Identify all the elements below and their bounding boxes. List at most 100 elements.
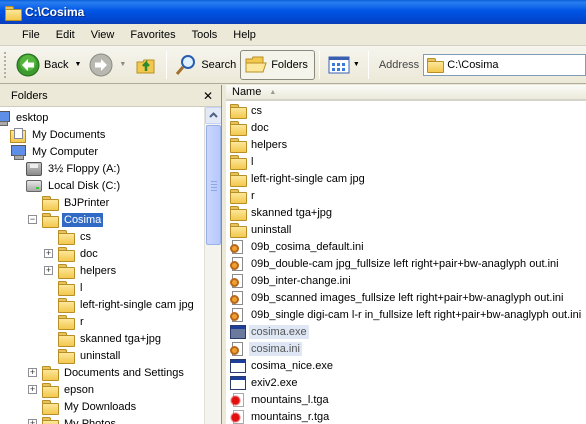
file-list-item[interactable]: doc xyxy=(230,119,271,136)
expand-icon[interactable]: + xyxy=(28,368,37,377)
tree-item-label: My Computer xyxy=(32,145,99,158)
folder-icon xyxy=(42,400,59,415)
menu-edit[interactable]: Edit xyxy=(47,29,82,41)
file-name: exiv2.exe xyxy=(251,376,298,389)
folder-icon xyxy=(42,383,59,398)
menu-bar: File Edit View Favorites Tools Help xyxy=(0,24,586,46)
back-button[interactable]: Back ▼ xyxy=(12,49,85,81)
tree-item-label: My Documents xyxy=(32,128,106,141)
tree-item[interactable]: My Documents xyxy=(10,126,107,143)
file-list-item[interactable]: helpers xyxy=(230,136,289,153)
folder-icon xyxy=(230,138,247,153)
folder-icon xyxy=(58,332,75,347)
tree-item-label: esktop xyxy=(16,111,49,124)
tree-item-label: My Downloads xyxy=(64,400,137,413)
settings-file-icon xyxy=(230,341,246,357)
tree-item[interactable]: cs xyxy=(58,228,93,245)
file-list-item[interactable]: 09b_cosima_default.ini xyxy=(230,238,366,255)
file-list-item[interactable]: left-right-single cam jpg xyxy=(230,170,367,187)
file-list-item[interactable]: cosima.ini xyxy=(230,340,302,357)
tree-item[interactable]: skanned tga+jpg xyxy=(58,330,163,347)
file-list-item[interactable]: 09b_scanned images_fullsize left right+p… xyxy=(230,289,565,306)
tree-item[interactable]: 3½ Floppy (A:) xyxy=(26,160,122,177)
file-name: mountains_r.tga xyxy=(251,410,330,423)
folders-icon xyxy=(245,56,267,72)
file-name: 09b_double-cam jpg_fullsize left right+p… xyxy=(251,257,559,270)
folders-button[interactable]: Folders xyxy=(240,49,315,80)
views-button[interactable]: ▼ xyxy=(324,49,364,81)
file-list-item[interactable]: 09b_inter-change.ini xyxy=(230,272,353,289)
scroll-thumb[interactable] xyxy=(206,125,221,245)
tree-item[interactable]: + epson xyxy=(28,381,96,398)
tree-item[interactable]: Local Disk (C:) xyxy=(26,177,122,194)
close-icon[interactable]: ✕ xyxy=(201,89,215,103)
sort-ascending-icon: ▲ xyxy=(269,88,277,96)
menu-help[interactable]: Help xyxy=(224,29,263,41)
file-list-item[interactable]: 09b_single digi-cam l-r in_fullsize left… xyxy=(230,306,583,323)
folder-icon xyxy=(230,172,247,187)
file-list-item[interactable]: cosima.exe xyxy=(230,323,309,340)
file-list-item[interactable]: l xyxy=(230,153,255,170)
forward-button[interactable]: ▼ xyxy=(85,49,130,81)
tree-item-label: Documents and Settings xyxy=(64,366,184,379)
toolbar-separator xyxy=(367,50,369,79)
file-name: left-right-single cam jpg xyxy=(251,172,365,185)
tree-item[interactable]: left-right-single cam jpg xyxy=(58,296,196,313)
file-list-item[interactable]: r xyxy=(230,187,257,204)
back-dropdown-icon[interactable]: ▼ xyxy=(74,61,81,68)
collapse-icon[interactable]: − xyxy=(28,215,37,224)
file-list-item[interactable]: exiv2.exe xyxy=(230,374,299,391)
expand-icon[interactable]: + xyxy=(28,385,37,394)
file-name: mountains_l.tga xyxy=(251,393,329,406)
tree-item[interactable]: + helpers xyxy=(44,262,118,279)
tree-item[interactable]: l xyxy=(58,279,84,296)
tree-item[interactable]: r xyxy=(58,313,86,330)
tree-item[interactable]: + Documents and Settings xyxy=(28,364,186,381)
up-folder-button[interactable] xyxy=(130,49,162,81)
settings-file-icon xyxy=(230,273,246,289)
column-name-label: Name xyxy=(232,86,262,98)
settings-file-icon xyxy=(230,256,246,272)
folder-icon xyxy=(42,196,59,211)
search-button[interactable]: Search xyxy=(171,49,240,81)
title-bar[interactable]: C:\Cosima xyxy=(0,0,586,24)
image-file-icon xyxy=(230,409,246,424)
forward-dropdown-icon[interactable]: ▼ xyxy=(119,61,126,68)
tree-item[interactable]: − Cosima xyxy=(28,211,104,228)
scroll-up-arrow-icon[interactable] xyxy=(205,107,221,124)
expand-icon[interactable]: + xyxy=(44,249,53,258)
tree-item[interactable]: My Computer xyxy=(10,143,100,160)
toolbar-grip[interactable] xyxy=(4,51,8,78)
file-list-item[interactable]: cosima_nice.exe xyxy=(230,357,335,374)
tree-item[interactable]: esktop xyxy=(0,109,50,126)
tree-item-label: My Photos xyxy=(64,417,116,424)
menu-favorites[interactable]: Favorites xyxy=(121,29,182,41)
views-dropdown-icon[interactable]: ▼ xyxy=(353,61,360,68)
file-list-item[interactable]: mountains_r.tga xyxy=(230,408,331,424)
tree-item-label: left-right-single cam jpg xyxy=(80,298,194,311)
settings-file-icon xyxy=(230,307,246,323)
tree-item[interactable]: My Downloads xyxy=(42,398,138,415)
file-list-item[interactable]: uninstall xyxy=(230,221,293,238)
tree-item[interactable]: uninstall xyxy=(58,347,122,364)
file-list-item[interactable]: 09b_double-cam jpg_fullsize left right+p… xyxy=(230,255,561,272)
file-list-item[interactable]: skanned tga+jpg xyxy=(230,204,334,221)
folders-scrollbar[interactable] xyxy=(204,107,221,424)
file-name: doc xyxy=(251,121,269,134)
address-input[interactable]: C:\Cosima xyxy=(423,53,586,76)
column-header-name[interactable]: Name ▲ xyxy=(226,85,586,101)
expand-icon[interactable]: + xyxy=(44,266,53,275)
menu-file[interactable]: File xyxy=(0,29,47,41)
menu-tools[interactable]: Tools xyxy=(183,29,225,41)
tree-item[interactable]: BJPrinter xyxy=(42,194,111,211)
menu-view[interactable]: View xyxy=(82,29,122,41)
tree-item[interactable]: + My Photos xyxy=(28,415,118,424)
file-name: uninstall xyxy=(251,223,292,236)
file-list-item[interactable]: mountains_l.tga xyxy=(230,391,331,408)
folders-label: Folders xyxy=(271,58,308,71)
tree-item[interactable]: + doc xyxy=(44,245,100,262)
file-name: 09b_single digi-cam l-r in_fullsize left… xyxy=(251,308,582,321)
address-value: C:\Cosima xyxy=(447,58,499,71)
expand-icon[interactable]: + xyxy=(28,419,37,424)
file-list-item[interactable]: cs xyxy=(230,102,264,119)
